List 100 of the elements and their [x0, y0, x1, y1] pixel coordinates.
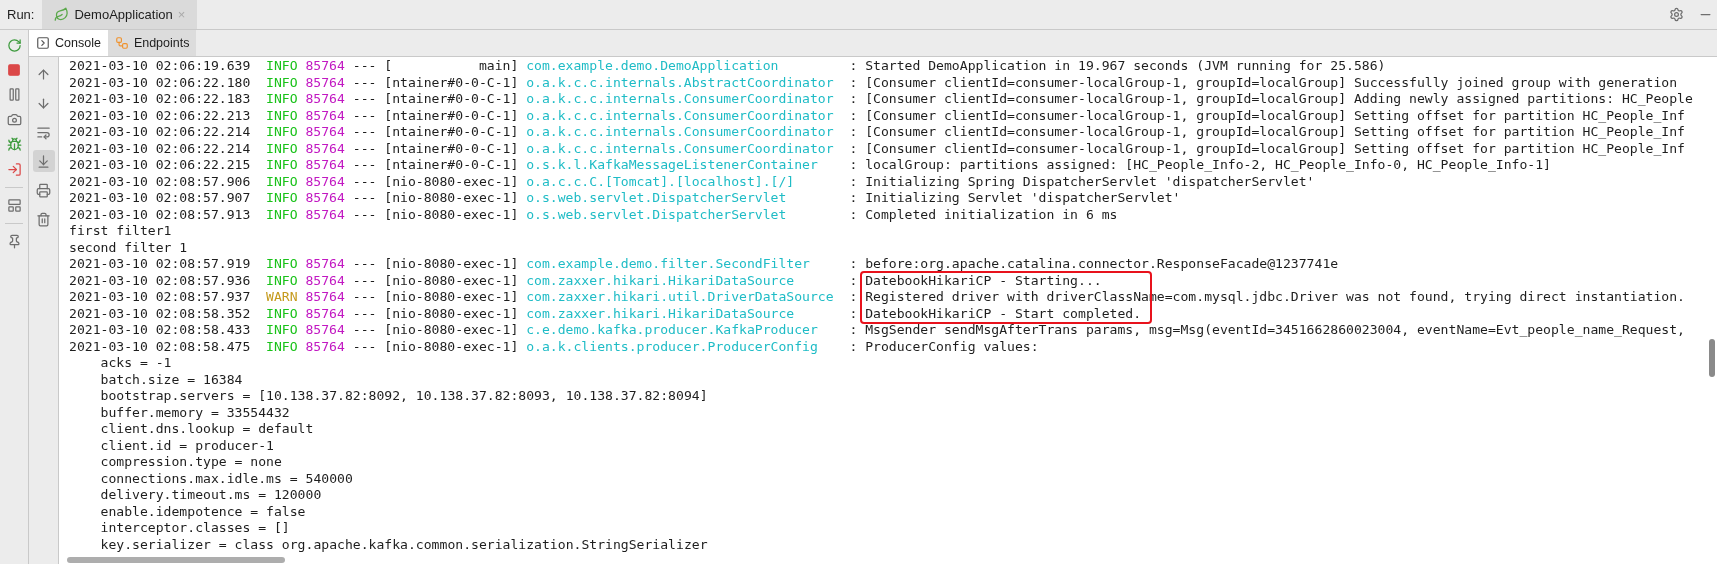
exit-icon[interactable]: [6, 162, 22, 177]
log-level: INFO: [266, 74, 298, 90]
process-id: 85764: [305, 140, 345, 156]
log-level: INFO: [266, 322, 298, 337]
process-id: 85764: [305, 322, 345, 337]
log-separator: ---: [352, 256, 377, 271]
thread-name: [nio-8080-exec-1]: [384, 322, 519, 337]
console-output: acks = -1: [100, 355, 172, 372]
log-message: : Started DemoApplication in 19.967 seconds (JVM running for 25.586): [849, 58, 1386, 75]
printer-icon: [36, 182, 51, 198]
vertical-scrollbar[interactable]: [1709, 339, 1715, 377]
layout-icon[interactable]: [6, 198, 22, 213]
log-timestamp: 2021-03-10 02:08:57.919: [69, 256, 252, 273]
log-separator: ---: [352, 173, 377, 189]
logger-name: com.zaxxer.hikari.HikariDataSource: [526, 272, 795, 288]
log-message: : localGroup: partitions assigned: [HC_People_Info-2, HC_People_Info-0, HC_People_Info-1]: [849, 157, 1551, 174]
log-level: INFO: [266, 173, 298, 189]
logger-name: o.s.web.servlet.DispatcherServlet: [526, 190, 787, 205]
run-tab[interactable]: DemoApplication ×: [42, 0, 198, 29]
camera-icon[interactable]: [6, 112, 22, 127]
log-level: INFO: [266, 272, 298, 288]
log-message: : [Consumer clientId=consumer-localGroup-1, groupId=localGroup] Adding newly assigned partitions: HC_People: [849, 91, 1693, 108]
process-id: 85764: [305, 74, 345, 90]
log-timestamp: 2021-03-10 02:06:22.215: [69, 157, 252, 174]
log-message: : [Consumer clientId=consumer-localGroup-1, groupId=localGroup] Successfully joined group with generation: [849, 74, 1678, 91]
log-timestamp: 2021-03-10 02:08:57.937: [69, 289, 252, 306]
tab-label: Console: [55, 34, 101, 52]
log-message: : DatebookHikariCP - Starting...: [849, 272, 1102, 289]
logger-name: o.s.web.servlet.DispatcherServlet: [526, 206, 787, 222]
console-output: second filter 1: [69, 239, 188, 256]
log-message: : [Consumer clientId=consumer-localGroup-1, groupId=localGroup] Setting offset for partition HC_People_Inf: [849, 107, 1685, 124]
logger-name: com.zaxxer.hikari.util.DriverDataSource: [526, 289, 834, 304]
process-id: 85764: [305, 157, 345, 172]
log-separator: ---: [352, 58, 377, 73]
stop-icon[interactable]: [7, 63, 21, 77]
process-id: 85764: [305, 338, 345, 354]
toolbar-button[interactable]: [32, 150, 55, 172]
thread-name: [ntainer#0-0-C-1]: [384, 91, 519, 106]
log-message: : Completed initialization in 6 ms: [849, 206, 1118, 223]
log-timestamp: 2021-03-10 02:08:58.475: [69, 338, 252, 355]
log-message: : [Consumer clientId=consumer-localGroup-1, groupId=localGroup] Setting offset for partition HC_People_Inf: [849, 140, 1685, 157]
endpoints-icon: [114, 36, 129, 50]
process-id: 85764: [305, 289, 345, 304]
logger-name: com.example.demo.filter.SecondFilter: [526, 256, 810, 271]
process-id: 85764: [305, 256, 345, 271]
log-separator: ---: [352, 74, 377, 90]
log-level: INFO: [266, 305, 298, 321]
log-timestamp: 2021-03-10 02:06:22.180: [69, 74, 252, 91]
log-level: INFO: [266, 58, 298, 73]
pin-icon[interactable]: [6, 234, 22, 249]
log-message: : MsgSender sendMsgAfterTrans params, msg=Msg(eventId=3451662860023004, eventName=Evt_people_name_Request,: [849, 322, 1685, 339]
logger-name: o.a.k.c.c.internals.ConsumerCoordinator: [526, 91, 834, 106]
process-id: 85764: [305, 173, 345, 189]
process-id: 85764: [305, 58, 345, 73]
bug-icon[interactable]: [6, 137, 22, 152]
log-timestamp: 2021-03-10 02:08:57.906: [69, 173, 252, 190]
leaf-icon: [54, 7, 70, 22]
trash-icon: [36, 211, 51, 227]
horizontal-scrollbar[interactable]: [67, 557, 285, 563]
log-level: INFO: [266, 157, 298, 172]
log-separator: ---: [352, 289, 377, 304]
log-timestamp: 2021-03-10 02:08:57.936: [69, 272, 252, 289]
log-timestamp: 2021-03-10 02:08:58.433: [69, 322, 252, 339]
log-separator: ---: [352, 140, 377, 156]
process-id: 85764: [305, 107, 345, 123]
console-output: buffer.memory = 33554432: [100, 404, 290, 421]
thread-name: [ntainer#0-0-C-1]: [384, 74, 519, 90]
settings-icon[interactable]: [1669, 7, 1684, 22]
tool-tab[interactable]: Console: [29, 30, 108, 56]
thread-name: [nio-8080-exec-1]: [384, 272, 519, 288]
log-separator: ---: [352, 157, 377, 172]
pause-icon[interactable]: [6, 87, 22, 102]
log-level: INFO: [266, 91, 298, 106]
console-output: delivery.timeout.ms = 120000: [100, 487, 322, 504]
log-level: INFO: [266, 256, 298, 271]
log-timestamp: 2021-03-10 02:08:57.913: [69, 206, 252, 223]
rerun-icon[interactable]: [6, 38, 22, 53]
thread-name: [nio-8080-exec-1]: [384, 173, 519, 189]
tab-label: Endpoints: [133, 34, 190, 52]
log-separator: ---: [352, 322, 377, 337]
console-output: first filter1: [69, 223, 172, 240]
console-output: bootstrap.servers = [10.138.37.82:8092, 10.138.37.82:8093, 10.138.37.82:8094]: [100, 388, 708, 405]
scroll-to-end-icon: [36, 153, 51, 169]
thread-name: [ main]: [384, 58, 519, 73]
log-level: WARN: [266, 289, 298, 304]
log-timestamp: 2021-03-10 02:08:57.907: [69, 190, 252, 207]
log-separator: ---: [352, 91, 377, 106]
log-timestamp: 2021-03-10 02:06:19.639: [69, 58, 252, 75]
run-label: Run:: [7, 5, 35, 24]
log-message: : Initializing Servlet 'dispatcherServlet': [849, 190, 1181, 207]
log-separator: ---: [352, 338, 377, 354]
tool-tab[interactable]: Endpoints: [107, 30, 197, 56]
logger-name: com.example.demo.DemoApplication: [526, 58, 779, 73]
process-id: 85764: [305, 190, 345, 205]
console-output: interceptor.classes = []: [100, 520, 290, 537]
thread-name: [nio-8080-exec-1]: [384, 206, 519, 222]
log-level: INFO: [266, 124, 298, 139]
log-message: : DatebookHikariCP - Start completed.: [849, 305, 1142, 322]
log-timestamp: 2021-03-10 02:08:58.352: [69, 305, 252, 322]
log-separator: ---: [352, 124, 377, 139]
